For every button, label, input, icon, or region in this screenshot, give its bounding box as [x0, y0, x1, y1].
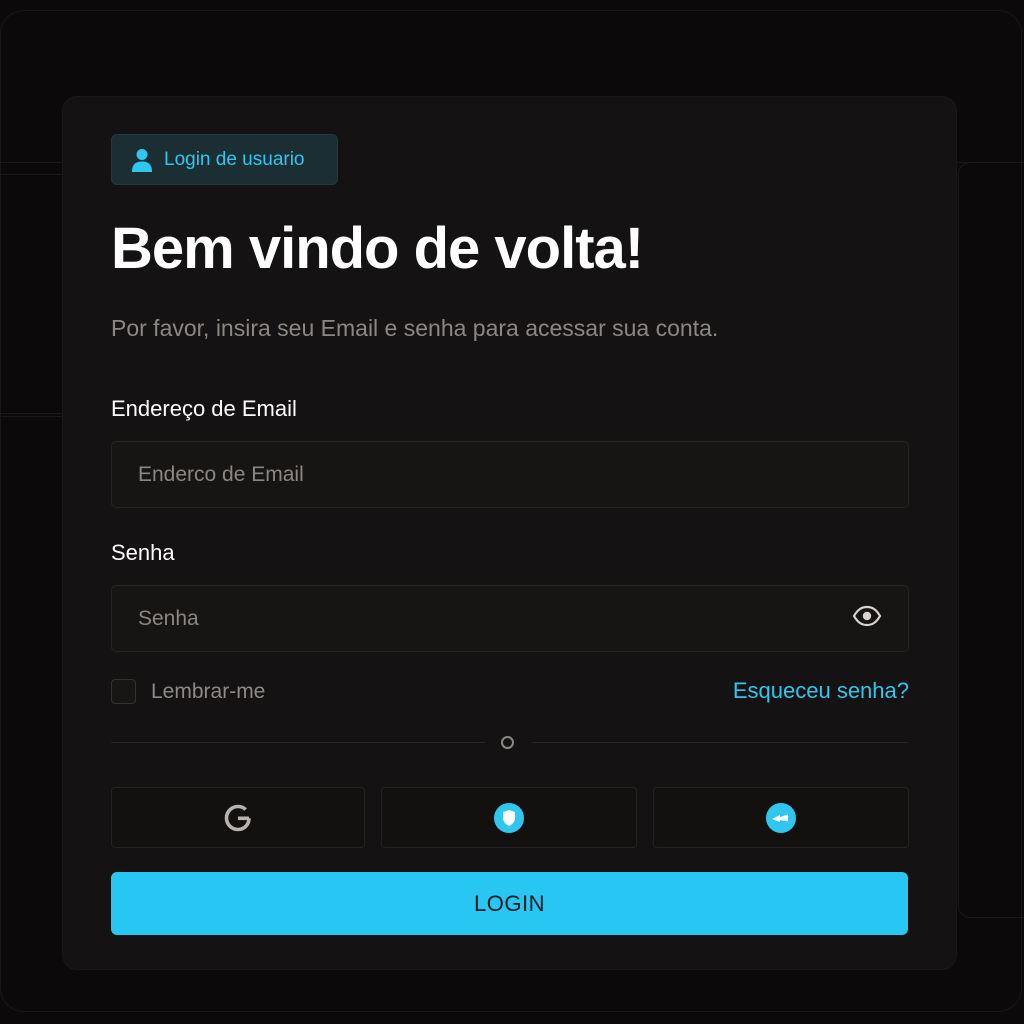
login-button[interactable]: LOGIN: [111, 872, 908, 935]
page-subtitle: Por favor, insira seu Email e senha para…: [111, 315, 719, 341]
background-divider: [0, 416, 64, 417]
divider-line-left: [111, 742, 485, 743]
arrow-login-button[interactable]: [653, 787, 909, 848]
shield-icon: [494, 802, 524, 833]
page-title: Bem vindo de volta!: [111, 216, 644, 281]
google-login-button[interactable]: [111, 787, 365, 848]
email-label: Endereço de Email: [111, 396, 297, 421]
page: Login de usuario Bem vindo de volta! Por…: [0, 0, 1024, 1024]
password-field[interactable]: [111, 585, 909, 652]
background-divider: [0, 162, 64, 163]
divider-line-right: [532, 742, 908, 743]
badge-label: Login de usuario: [164, 148, 305, 170]
shield-login-button[interactable]: [381, 787, 637, 848]
email-field[interactable]: [111, 441, 909, 508]
arrow-icon: [766, 802, 796, 833]
forgot-password-link[interactable]: Esqueceu senha?: [733, 678, 909, 704]
eye-icon[interactable]: [852, 604, 882, 628]
login-card: Login de usuario Bem vindo de volta! Por…: [63, 97, 956, 969]
remember-me-label: Lembrar-me: [151, 680, 266, 703]
google-icon: [224, 804, 251, 831]
remember-me-checkbox[interactable]: [111, 679, 136, 704]
divider-circle-icon: [501, 736, 514, 749]
password-label: Senha: [111, 540, 175, 565]
background-panel-left: [0, 174, 64, 414]
background-panel-right: [958, 162, 1024, 918]
user-icon: [132, 148, 152, 172]
user-login-badge: Login de usuario: [111, 134, 338, 185]
